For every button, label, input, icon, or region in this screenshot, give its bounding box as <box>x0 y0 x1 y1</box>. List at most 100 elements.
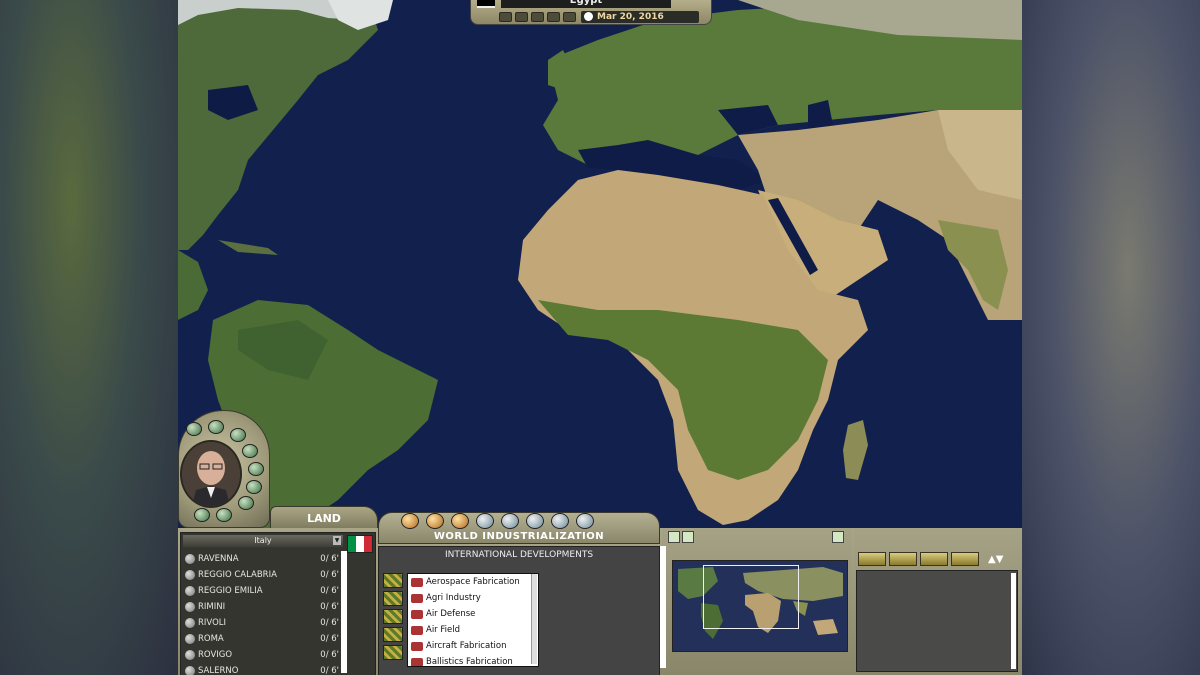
minimap-toggle-1[interactable] <box>668 531 680 543</box>
city-icon <box>185 634 195 644</box>
city-name: SALERNO <box>198 666 239 675</box>
city-name: REGGIO CALABRIA <box>198 570 277 580</box>
city-icon <box>185 650 195 660</box>
info-box-scrollbar[interactable] <box>1011 573 1016 669</box>
speed-controls <box>499 12 576 22</box>
speed-1-button[interactable] <box>515 12 528 22</box>
city-count: 0/ 6' <box>320 650 339 660</box>
city-name: ROVIGO <box>198 650 233 660</box>
category-icon-8[interactable] <box>576 513 594 529</box>
city-count: 0/ 6' <box>320 570 339 580</box>
filter-icon-5[interactable] <box>383 645 403 660</box>
advisor-portrait[interactable] <box>180 440 242 508</box>
minimap-panel <box>660 528 852 675</box>
advisor-button-3[interactable] <box>230 428 246 442</box>
info-tool-1[interactable] <box>858 552 886 566</box>
city-row[interactable]: SALERNO 0/ 6' <box>183 663 339 675</box>
city-count: 0/ 6' <box>320 554 339 564</box>
filter-icon-2[interactable] <box>383 591 403 606</box>
development-list-scrollbar[interactable] <box>531 574 537 664</box>
minimap-toggle-3[interactable] <box>832 531 844 543</box>
category-icon-4[interactable] <box>476 513 494 529</box>
date-label: Mar 20, 2016 <box>597 12 664 22</box>
city-row[interactable]: ROMA 0/ 6' <box>183 631 339 647</box>
development-filter-icons <box>383 573 403 663</box>
development-item[interactable]: Aircraft Fabrication <box>408 638 538 654</box>
category-icon-3[interactable] <box>451 513 469 529</box>
development-label: Ballistics Fabrication <box>426 657 513 667</box>
development-icon <box>411 577 423 587</box>
advisor-panel <box>178 410 270 530</box>
country-flag-icon <box>477 0 495 8</box>
top-status-bar: Egypt Mar 20, 2016 <box>470 0 712 25</box>
development-icon <box>411 657 423 666</box>
city-count: 0/ 6' <box>320 586 339 596</box>
city-icon <box>185 602 195 612</box>
clock-icon <box>584 12 593 21</box>
development-item[interactable]: Aerospace Fabrication <box>408 574 538 590</box>
info-arrows[interactable]: ▲▼ <box>988 554 1003 565</box>
country-selector[interactable]: Italy ▼ <box>183 535 343 547</box>
development-label: Air Field <box>426 625 460 635</box>
category-icon-6[interactable] <box>526 513 544 529</box>
advisor-button-4[interactable] <box>242 444 258 458</box>
development-item[interactable]: Air Field <box>408 622 538 638</box>
development-label: Air Defense <box>426 609 476 619</box>
development-list: Aerospace Fabrication Agri Industry Air De… <box>407 573 539 667</box>
city-row[interactable]: RIVOLI 0/ 6' <box>183 615 339 631</box>
info-tool-2[interactable] <box>889 552 917 566</box>
development-icon <box>411 641 423 651</box>
current-country-label[interactable]: Egypt <box>501 0 671 8</box>
minimap[interactable] <box>672 560 848 652</box>
city-row[interactable]: REGGIO EMILIA 0/ 6' <box>183 583 339 599</box>
speed-3-button[interactable] <box>547 12 560 22</box>
city-count: 0/ 6' <box>320 634 339 644</box>
speed-4-button[interactable] <box>563 12 576 22</box>
category-icon-5[interactable] <box>501 513 519 529</box>
minimap-toggle-2[interactable] <box>682 531 694 543</box>
advisor-button-9[interactable] <box>216 508 232 522</box>
city-name: ROMA <box>198 634 224 644</box>
filter-icon-3[interactable] <box>383 609 403 624</box>
advisor-button-7[interactable] <box>238 496 254 510</box>
dropdown-arrow-icon[interactable]: ▼ <box>333 536 341 545</box>
pause-button[interactable] <box>499 12 512 22</box>
filter-icon-4[interactable] <box>383 627 403 642</box>
filter-icon-1[interactable] <box>383 573 403 588</box>
advisor-button-2[interactable] <box>208 420 224 434</box>
city-row[interactable]: ROVIGO 0/ 6' <box>183 647 339 663</box>
city-icon <box>185 570 195 580</box>
development-item[interactable]: Ballistics Fabrication <box>408 654 538 667</box>
city-row[interactable]: RAVENNA 0/ 6' <box>183 551 339 567</box>
city-name: RIMINI <box>198 602 226 612</box>
speed-2-button[interactable] <box>531 12 544 22</box>
game-window: Egypt Mar 20, 2016 LAND Italy ▼ RAVENNA … <box>178 0 1022 675</box>
development-icon <box>411 593 423 603</box>
city-name: REGGIO EMILIA <box>198 586 263 596</box>
city-row[interactable]: REGGIO CALABRIA 0/ 6' <box>183 567 339 583</box>
minimap-scrollbar[interactable] <box>660 546 666 668</box>
advisor-button-5[interactable] <box>248 462 264 476</box>
category-icon-2[interactable] <box>426 513 444 529</box>
international-developments-panel: INTERNATIONAL DEVELOPMENTS Aerospace Fab… <box>378 546 660 675</box>
city-count: 0/ 6' <box>320 618 339 628</box>
development-item[interactable]: Air Defense <box>408 606 538 622</box>
city-list-scrollbar[interactable] <box>341 551 347 673</box>
city-count: 0/ 6' <box>320 666 339 675</box>
city-row[interactable]: RIMINI 0/ 6' <box>183 599 339 615</box>
category-icon-1[interactable] <box>401 513 419 529</box>
advisor-button-8[interactable] <box>194 508 210 522</box>
advisor-button-1[interactable] <box>186 422 202 436</box>
world-map[interactable] <box>178 0 1022 530</box>
minimap-viewport[interactable] <box>703 565 799 629</box>
category-icons <box>401 513 594 529</box>
help-button[interactable] <box>951 552 979 566</box>
city-name: RAVENNA <box>198 554 239 564</box>
development-item[interactable]: Agri Industry <box>408 590 538 606</box>
development-label: Aircraft Fabrication <box>426 641 507 651</box>
advisor-button-6[interactable] <box>246 480 262 494</box>
info-tool-3[interactable] <box>920 552 948 566</box>
category-icon-7[interactable] <box>551 513 569 529</box>
world-industrialization-title: WORLD INDUSTRIALIZATION <box>433 531 605 542</box>
development-icon <box>411 625 423 635</box>
